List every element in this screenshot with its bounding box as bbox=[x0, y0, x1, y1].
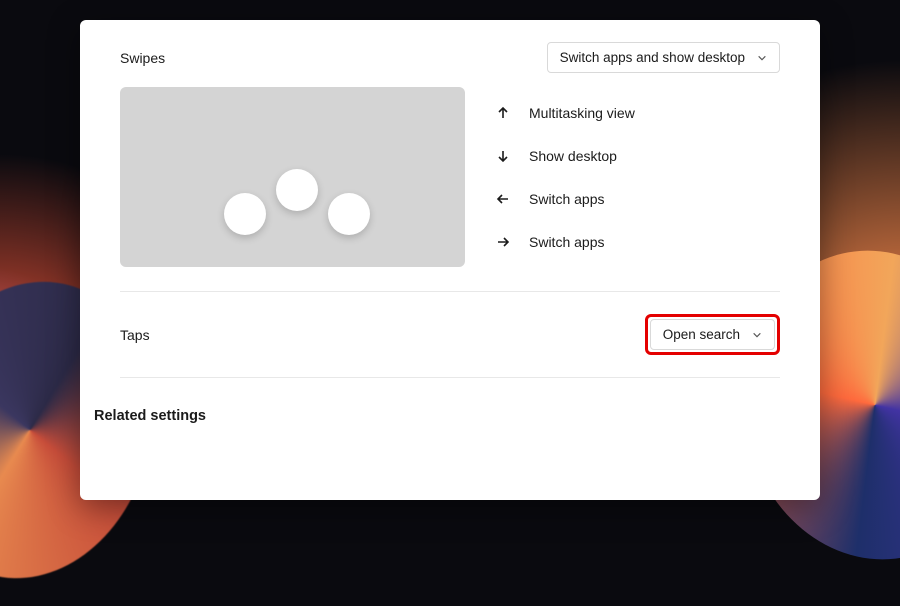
swipes-row: Swipes Switch apps and show desktop bbox=[120, 20, 780, 87]
gesture-label: Show desktop bbox=[529, 148, 617, 164]
gesture-down: Show desktop bbox=[495, 148, 780, 164]
gesture-label: Multitasking view bbox=[529, 105, 635, 121]
related-settings-heading: Related settings bbox=[94, 408, 780, 424]
gesture-list: Multitasking view Show desktop Switch ap… bbox=[495, 87, 780, 267]
taps-label: Taps bbox=[120, 327, 150, 343]
taps-dropdown-value: Open search bbox=[663, 327, 740, 342]
chevron-down-icon bbox=[752, 330, 762, 340]
gesture-left: Switch apps bbox=[495, 191, 780, 207]
gesture-label: Switch apps bbox=[529, 191, 604, 207]
finger-dot bbox=[328, 193, 370, 235]
swipes-dropdown[interactable]: Switch apps and show desktop bbox=[547, 42, 780, 73]
chevron-down-icon bbox=[757, 53, 767, 63]
settings-content: Swipes Switch apps and show desktop bbox=[80, 20, 820, 424]
gesture-label: Switch apps bbox=[529, 234, 604, 250]
swipes-dropdown-value: Switch apps and show desktop bbox=[560, 50, 745, 65]
swipes-gesture-area: Multitasking view Show desktop Switch ap… bbox=[120, 87, 780, 292]
settings-window: Swipes Switch apps and show desktop bbox=[80, 20, 820, 500]
touchpad-preview bbox=[120, 87, 465, 267]
taps-highlight: Open search bbox=[645, 314, 780, 355]
arrow-right-icon bbox=[495, 234, 511, 250]
arrow-down-icon bbox=[495, 148, 511, 164]
arrow-up-icon bbox=[495, 105, 511, 121]
arrow-left-icon bbox=[495, 191, 511, 207]
finger-dot bbox=[276, 169, 318, 211]
gesture-up: Multitasking view bbox=[495, 105, 780, 121]
gesture-right: Switch apps bbox=[495, 234, 780, 250]
taps-dropdown[interactable]: Open search bbox=[650, 319, 775, 350]
finger-dot bbox=[224, 193, 266, 235]
swipes-label: Swipes bbox=[120, 50, 165, 66]
taps-row: Taps Open search bbox=[120, 292, 780, 378]
